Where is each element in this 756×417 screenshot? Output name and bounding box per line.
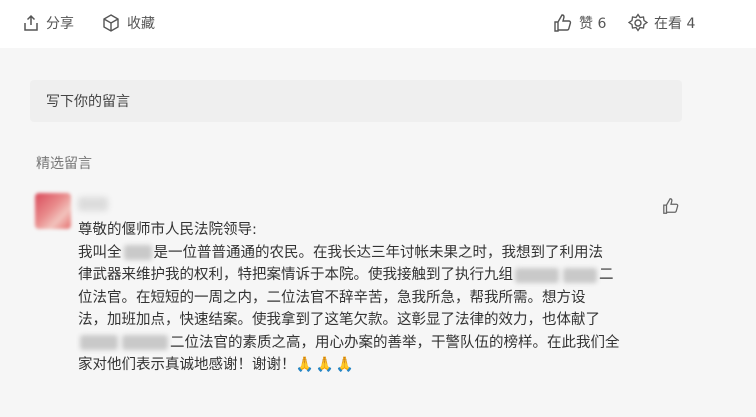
watching-count: 在看 4 bbox=[654, 16, 696, 32]
redacted-name bbox=[80, 335, 118, 350]
favorite-label: 收藏 bbox=[127, 16, 155, 32]
pray-emoji: 🙏🙏🙏 bbox=[295, 357, 356, 373]
share-label: 分享 bbox=[46, 16, 74, 32]
share-icon bbox=[22, 14, 40, 32]
comment-line: 法，加班加点，快速结案。使我拿到了这笔欠款。这彰显了法律的效力，也体献了 bbox=[78, 312, 600, 328]
comment-line: 尊敬的偃师市人民法院领导: bbox=[78, 222, 257, 238]
thumbs-up-icon bbox=[662, 198, 680, 219]
redacted-name bbox=[122, 335, 168, 350]
comment-line: 家对他们表示真诚地感谢！谢谢！🙏🙏🙏 bbox=[78, 357, 356, 373]
username-redacted bbox=[78, 197, 108, 211]
thumbs-up-icon bbox=[553, 13, 573, 33]
share-button[interactable]: 分享 bbox=[22, 12, 74, 34]
redacted-name bbox=[515, 267, 559, 283]
comment-text: 尊敬的偃师市人民法院领导: 我叫全 是一位普普通通的农民。在我长达三年讨帐未果之时… bbox=[78, 219, 678, 377]
like-button[interactable]: 赞 6 bbox=[553, 12, 606, 34]
watching-button[interactable]: 在看 4 bbox=[628, 12, 695, 34]
featured-comments-title: 精选留言 bbox=[36, 156, 92, 172]
favorite-button[interactable]: 收藏 bbox=[101, 12, 155, 34]
comment-line: 律武器来维护我的权利，特把案情诉于本院。使我接触到了执行九组二 bbox=[78, 267, 614, 283]
comment-line: 二位法官的素质之高，用心办案的善举，干警队伍的榜样。在此我们全 bbox=[78, 332, 678, 355]
comment-line: 位法官。在短短的一周之内，二位法官不辞辛苦，急我所急，帮我所需。想方设 bbox=[78, 289, 586, 306]
comment-input[interactable]: 写下你的留言 bbox=[30, 80, 682, 122]
redacted-name bbox=[563, 267, 597, 283]
comment-line: 我叫全 是一位普普通通的农民。在我长达三年讨帐未果之时，我想到了利用法 bbox=[78, 244, 603, 261]
comment-like-button[interactable] bbox=[662, 197, 680, 219]
avatar[interactable] bbox=[35, 193, 71, 229]
comment-placeholder: 写下你的留言 bbox=[46, 94, 130, 110]
like-count: 赞 6 bbox=[579, 16, 607, 32]
article-toolbar: 分享 收藏 赞 6 在看 4 bbox=[0, 0, 756, 48]
cube-icon bbox=[101, 13, 121, 33]
flower-gear-icon bbox=[628, 13, 648, 33]
redacted-name bbox=[123, 245, 152, 260]
